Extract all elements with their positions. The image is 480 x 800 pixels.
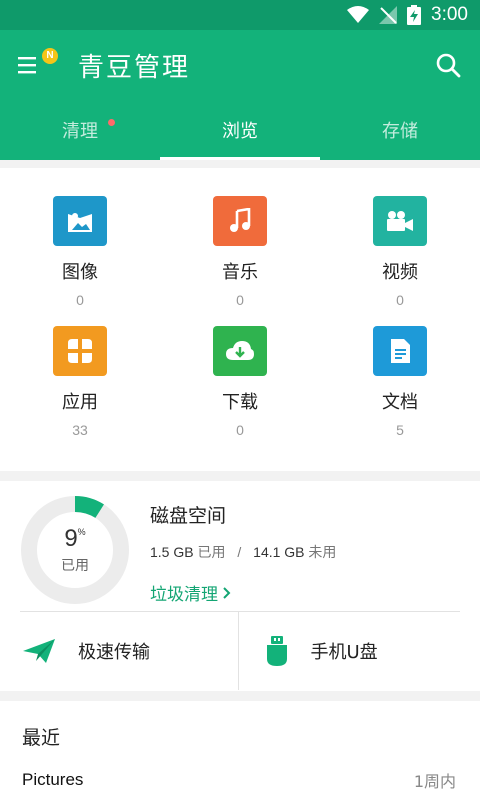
app-title: 青豆管理	[78, 52, 191, 83]
paper-plane-icon	[23, 639, 55, 663]
fast-transfer-button[interactable]: 极速传输	[0, 612, 238, 690]
category-count: 0	[236, 422, 244, 438]
percent-sign: %	[77, 527, 86, 537]
used-text: 已用	[197, 545, 226, 561]
recent-title: 最近	[22, 727, 61, 749]
separator: /	[237, 544, 242, 560]
recent-section: 最近 Pictures 1周内	[0, 701, 480, 800]
category-label: 下载	[222, 392, 258, 413]
chevron-right-icon	[223, 586, 231, 599]
cleanup-label: 垃圾清理	[150, 585, 218, 605]
apps-icon	[53, 326, 107, 376]
tab-storage[interactable]: 存储	[320, 100, 480, 160]
no-signal-icon	[379, 6, 398, 24]
category-music[interactable]: 音乐 0	[160, 196, 320, 326]
disk-usage-readout: 9% 已用	[20, 495, 130, 605]
category-apps[interactable]: 应用 33	[0, 326, 160, 456]
category-images[interactable]: 图像 0	[0, 196, 160, 326]
usb-drive-icon	[266, 636, 287, 666]
image-icon	[53, 196, 107, 246]
tab-bar: 清理 浏览 存储	[0, 100, 480, 160]
category-count: 5	[396, 422, 404, 438]
tab-label: 浏览	[222, 121, 258, 142]
list-item[interactable]: Pictures 1周内	[22, 768, 456, 792]
tab-browse[interactable]: 浏览	[160, 100, 320, 160]
status-time: 3:00	[431, 4, 468, 25]
recent-item-name: Pictures	[22, 770, 84, 789]
quick-label: 手机U盘	[310, 642, 378, 663]
category-count: 0	[76, 292, 84, 308]
category-label: 文档	[382, 392, 418, 413]
category-label: 视频	[382, 262, 418, 283]
category-label: 音乐	[222, 262, 258, 283]
video-icon	[373, 196, 427, 246]
battery-charging-icon	[407, 5, 422, 25]
tab-clean[interactable]: 清理	[0, 100, 160, 160]
notification-dot	[108, 119, 115, 126]
disk-percent-value: 9	[64, 525, 78, 552]
junk-cleanup-link[interactable]: 垃圾清理	[150, 580, 336, 605]
category-grid: 图像 0 音乐 0 视频 0 应用 33 下载 0 文档 5	[0, 168, 480, 471]
app-bar: N 青豆管理	[0, 30, 480, 100]
download-icon	[213, 326, 267, 376]
menu-badge: N	[42, 48, 58, 64]
category-count: 0	[236, 292, 244, 308]
search-icon[interactable]	[434, 51, 462, 79]
category-label: 图像	[62, 262, 98, 283]
disk-title: 磁盘空间	[150, 505, 227, 527]
category-downloads[interactable]: 下载 0	[160, 326, 320, 456]
menu-icon	[18, 57, 36, 74]
disk-space-card[interactable]: 9% 已用 磁盘空间 1.5 GB 已用 / 14.1 GB 未用 垃圾清理 极…	[0, 481, 480, 691]
disk-percent: 9%	[64, 525, 85, 553]
free-text: 未用	[308, 545, 337, 561]
disk-stats: 1.5 GB 已用 / 14.1 GB 未用	[150, 542, 336, 562]
used-amount: 1.5 GB	[150, 544, 194, 560]
category-documents[interactable]: 文档 5	[320, 326, 480, 456]
tab-label: 存储	[382, 121, 418, 142]
document-icon	[373, 326, 427, 376]
quick-label: 极速传输	[78, 642, 150, 663]
disk-used-label: 已用	[61, 558, 89, 574]
phone-usb-button[interactable]: 手机U盘	[237, 612, 480, 690]
quick-actions: 极速传输 手机U盘	[0, 612, 480, 690]
status-bar: 3:00	[0, 0, 480, 30]
category-label: 应用	[62, 392, 98, 413]
disk-info: 磁盘空间 1.5 GB 已用 / 14.1 GB 未用 垃圾清理	[150, 501, 336, 605]
free-amount: 14.1 GB	[253, 544, 305, 560]
category-count: 0	[396, 292, 404, 308]
category-count: 33	[72, 422, 88, 438]
menu-button[interactable]: N	[18, 48, 58, 80]
wifi-icon	[347, 6, 370, 23]
music-icon	[213, 196, 267, 246]
category-videos[interactable]: 视频 0	[320, 196, 480, 326]
recent-item-time: 1周内	[413, 772, 456, 791]
tab-label: 清理	[62, 121, 98, 142]
